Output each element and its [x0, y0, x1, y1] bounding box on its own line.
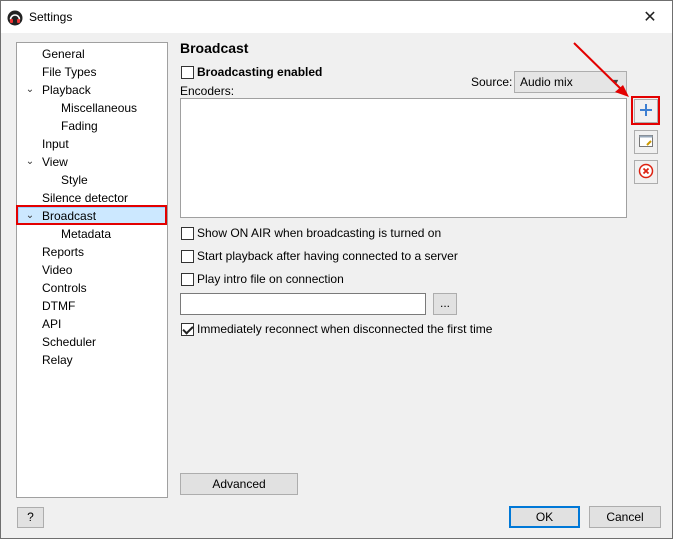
tree-item-playback[interactable]: Playback: [42, 81, 91, 99]
settings-window: Settings ✕ General File Types ⌄ Playback…: [0, 0, 673, 539]
broadcasting-enabled-checkbox[interactable]: [181, 66, 194, 79]
show-on-air-checkbox[interactable]: [181, 227, 194, 240]
help-button[interactable]: ?: [17, 507, 44, 528]
tree-item-metadata[interactable]: Metadata: [61, 225, 111, 243]
tree-item-reports[interactable]: Reports: [42, 243, 84, 261]
tree-item-view[interactable]: View: [42, 153, 68, 171]
annotation-highlight-add: [631, 96, 660, 125]
play-intro-checkbox[interactable]: [181, 273, 194, 286]
chevron-down-icon[interactable]: ⌄: [24, 81, 36, 99]
tree-item-file-types[interactable]: File Types: [42, 63, 96, 81]
tree-item-style[interactable]: Style: [61, 171, 88, 189]
source-select[interactable]: Audio mix ▼: [514, 71, 627, 93]
close-button[interactable]: ✕: [628, 1, 672, 33]
browse-intro-button[interactable]: ...: [433, 293, 457, 315]
tree-item-input[interactable]: Input: [42, 135, 69, 153]
broadcasting-enabled-label: Broadcasting enabled: [197, 65, 323, 79]
remove-icon: [638, 163, 654, 182]
cancel-button[interactable]: Cancel: [589, 506, 661, 528]
remove-encoder-button[interactable]: [634, 160, 658, 184]
advanced-button[interactable]: Advanced: [180, 473, 298, 495]
tree-item-general[interactable]: General: [42, 45, 85, 63]
title-bar: Settings ✕: [1, 1, 672, 33]
source-label: Source:: [471, 75, 513, 89]
edit-encoder-button[interactable]: [634, 130, 658, 154]
start-playback-label: Start playback after having connected to…: [197, 249, 458, 263]
start-playback-checkbox[interactable]: [181, 250, 194, 263]
headphones-icon: [7, 10, 23, 26]
chevron-down-icon: ▼: [611, 77, 620, 87]
tree-item-api[interactable]: API: [42, 315, 61, 333]
tree-item-relay[interactable]: Relay: [42, 351, 73, 369]
window-title: Settings: [29, 10, 73, 24]
play-intro-label: Play intro file on connection: [197, 272, 344, 286]
tree-item-scheduler[interactable]: Scheduler: [42, 333, 96, 351]
tree-item-miscellaneous[interactable]: Miscellaneous: [61, 99, 137, 117]
close-icon: ✕: [643, 9, 657, 26]
edit-icon: [638, 133, 654, 152]
reconnect-checkbox[interactable]: [181, 323, 194, 336]
ok-button[interactable]: OK: [509, 506, 580, 528]
page-title: Broadcast: [180, 40, 249, 56]
encoders-label: Encoders:: [180, 84, 235, 98]
tree-item-fading[interactable]: Fading: [61, 117, 98, 135]
source-select-value: Audio mix: [520, 75, 573, 89]
tree-item-controls[interactable]: Controls: [42, 279, 87, 297]
annotation-highlight-broadcast: [16, 205, 167, 225]
reconnect-label: Immediately reconnect when disconnected …: [197, 322, 493, 336]
settings-category-tree[interactable]: General File Types ⌄ Playback Miscellane…: [16, 42, 168, 498]
chevron-down-icon[interactable]: ⌄: [24, 153, 36, 171]
tree-item-video[interactable]: Video: [42, 261, 72, 279]
tree-item-dtmf[interactable]: DTMF: [42, 297, 75, 315]
encoders-list[interactable]: [180, 98, 627, 218]
intro-file-input[interactable]: [180, 293, 426, 315]
show-on-air-label: Show ON AIR when broadcasting is turned …: [197, 226, 442, 240]
